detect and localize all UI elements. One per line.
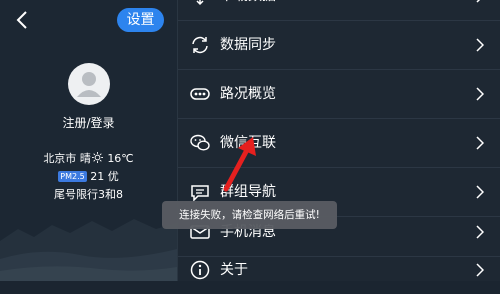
menu-item-label: 数据同步 — [220, 37, 276, 53]
download-icon — [196, 0, 204, 6]
sync-icon — [192, 36, 208, 54]
chevron-right-icon — [476, 185, 484, 199]
chevron-right-icon — [476, 87, 484, 101]
side-panel: 设置 注册/登录 北京市 晴 16℃ PM2.5 21 优 尾号限行3和8 — [0, 0, 177, 281]
chevron-right-icon — [476, 225, 484, 239]
avatar[interactable] — [68, 63, 110, 105]
error-toast: 连接失败，请检查网络后重试! — [162, 201, 337, 229]
user-avatar-icon — [77, 72, 101, 97]
chevron-right-icon — [476, 263, 484, 277]
traffic-overview-icon — [190, 88, 210, 100]
weather-condition: 晴 — [79, 152, 91, 165]
menu-item-label: 下载数据 — [220, 0, 276, 20]
mountain-background — [0, 219, 177, 281]
weather-info: 北京市 晴 16℃ — [0, 150, 177, 166]
temperature: 16℃ — [107, 152, 134, 165]
group-navigation-icon — [191, 185, 209, 202]
menu-item-about[interactable]: 关于 — [178, 246, 500, 294]
chevron-right-icon — [476, 136, 484, 150]
settings-button[interactable]: 设置 — [117, 8, 164, 32]
city-name: 北京市 — [43, 152, 77, 165]
back-arrow-icon[interactable] — [14, 10, 32, 30]
menu-item-label: 关于 — [220, 262, 248, 278]
annotation-arrow-icon — [223, 137, 256, 192]
wechat-icon — [190, 134, 210, 151]
menu-item-download[interactable]: 下载数据 — [178, 0, 500, 21]
menu-item-label: 路况概览 — [220, 86, 276, 102]
info-icon — [190, 260, 210, 280]
menu-item-sync[interactable]: 数据同步 — [178, 21, 500, 70]
chevron-right-icon — [476, 38, 484, 52]
menu-item-traffic-overview[interactable]: 路况概览 — [178, 70, 500, 119]
login-link[interactable]: 注册/登录 — [0, 114, 177, 131]
sun-icon — [91, 152, 103, 163]
chevron-right-icon — [476, 0, 481, 3]
